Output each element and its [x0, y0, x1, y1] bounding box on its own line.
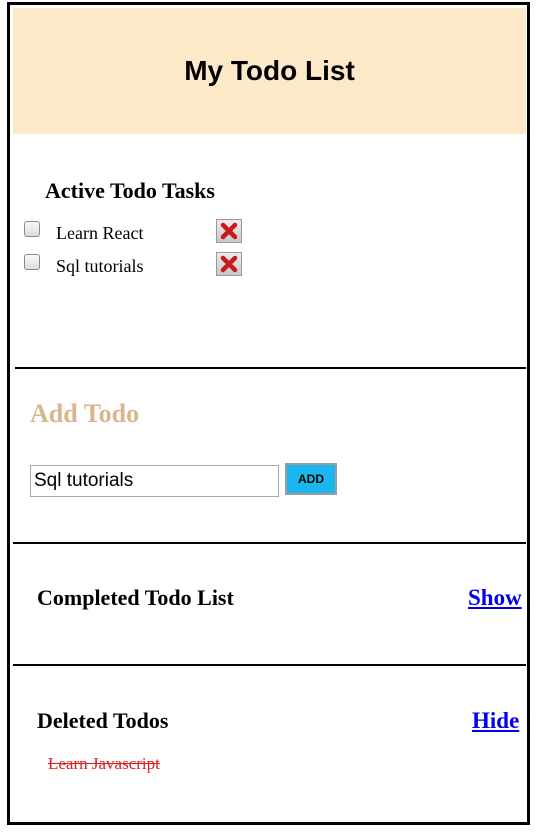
todo-item: Learn React: [24, 219, 254, 249]
deleted-todos-heading: Deleted Todos: [37, 708, 169, 733]
red-x-icon: [220, 255, 238, 273]
show-completed-link[interactable]: Show: [468, 585, 522, 611]
section-divider: [13, 542, 526, 544]
add-todo-input[interactable]: [30, 465, 279, 497]
hide-deleted-link[interactable]: Hide: [472, 708, 519, 734]
page-title: My Todo List: [184, 55, 355, 86]
todo-checkbox[interactable]: [24, 254, 40, 270]
section-divider: [15, 367, 526, 369]
todo-checkbox[interactable]: [24, 221, 40, 237]
active-tasks-heading: Active Todo Tasks: [45, 178, 215, 203]
section-divider: [13, 664, 526, 666]
delete-todo-button[interactable]: [216, 252, 242, 276]
add-button[interactable]: ADD: [285, 463, 337, 495]
add-todo-heading: Add Todo: [30, 399, 140, 428]
completed-todo-heading: Completed Todo List: [37, 585, 234, 610]
deleted-todo-item: Learn Javascript: [48, 754, 160, 773]
todo-label: Sql tutorials: [56, 256, 144, 276]
app-header: My Todo List: [13, 8, 526, 134]
red-x-icon: [220, 222, 238, 240]
delete-todo-button[interactable]: [216, 219, 242, 243]
todo-label: Learn React: [56, 223, 144, 243]
todo-item: Sql tutorials: [24, 252, 254, 282]
